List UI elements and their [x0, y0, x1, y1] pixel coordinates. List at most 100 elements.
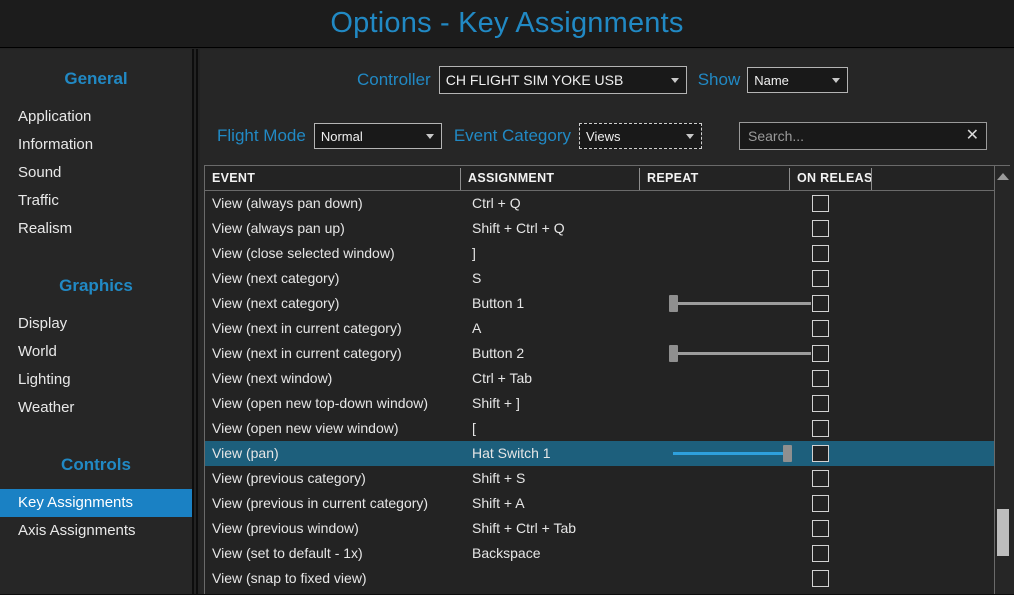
options-window: Options - Key Assignments GeneralApplica…	[0, 0, 1014, 595]
sidebar-item-display[interactable]: Display	[0, 310, 192, 338]
sidebar-item-application[interactable]: Application	[0, 103, 192, 131]
sidebar-item-label: Key Assignments	[18, 494, 133, 511]
event-category-dropdown[interactable]: Views	[579, 123, 702, 149]
on-release-checkbox[interactable]	[812, 420, 829, 437]
triangle-up-icon	[997, 173, 1009, 180]
sidebar-item-label: Weather	[18, 399, 74, 416]
on-release-checkbox[interactable]	[812, 270, 829, 287]
table-row[interactable]: View (set to default - 1x)Backspace	[205, 541, 994, 566]
sidebar-group-title-graphics: Graphics	[0, 276, 192, 296]
table-header-row: EVENT ASSIGNMENT REPEAT ON RELEAS	[205, 166, 1010, 191]
on-release-checkbox[interactable]	[812, 545, 829, 562]
cell-assignment: Hat Switch 1	[472, 441, 551, 466]
table-row[interactable]: View (pan)Hat Switch 1	[205, 441, 994, 466]
slider-thumb[interactable]	[783, 445, 792, 462]
on-release-checkbox[interactable]	[812, 295, 829, 312]
column-header-event[interactable]: EVENT	[205, 166, 460, 191]
controller-label: Controller	[357, 70, 431, 90]
slider-fill	[673, 452, 783, 455]
sidebar-item-label: Information	[18, 136, 93, 153]
on-release-checkbox[interactable]	[812, 345, 829, 362]
event-category-label: Event Category	[454, 126, 571, 146]
sidebar-item-sound[interactable]: Sound	[0, 159, 192, 187]
table-row[interactable]: View (next category)S	[205, 266, 994, 291]
on-release-checkbox[interactable]	[812, 220, 829, 237]
repeat-slider[interactable]	[667, 298, 811, 309]
table-row[interactable]: View (open new top-down window)Shift + ]	[205, 391, 994, 416]
slider-thumb[interactable]	[669, 295, 678, 312]
cell-assignment: Shift + ]	[472, 391, 520, 416]
column-divider-4[interactable]	[871, 168, 872, 190]
cell-assignment: Ctrl + Q	[472, 191, 521, 216]
sidebar-item-weather[interactable]: Weather	[0, 394, 192, 422]
search-input[interactable]: Search... ✕	[739, 122, 987, 150]
table-vertical-scrollbar[interactable]	[994, 166, 1010, 595]
sidebar-item-label: World	[18, 343, 57, 360]
controller-toolbar: Controller CH FLIGHT SIM YOKE USB Show N…	[200, 63, 1014, 97]
on-release-checkbox[interactable]	[812, 320, 829, 337]
on-release-checkbox[interactable]	[812, 445, 829, 462]
table-row[interactable]: View (previous category)Shift + S	[205, 466, 994, 491]
sidebar-item-axis-assignments[interactable]: Axis Assignments	[0, 517, 192, 545]
table-row[interactable]: View (next in current category)A	[205, 316, 994, 341]
flight-mode-dropdown-value: Normal	[321, 129, 363, 144]
table-row[interactable]: View (always pan up)Shift + Ctrl + Q	[205, 216, 994, 241]
sidebar-item-information[interactable]: Information	[0, 131, 192, 159]
cell-assignment: Shift + A	[472, 491, 525, 516]
table-row[interactable]: View (close selected window)]	[205, 241, 994, 266]
sidebar-item-lighting[interactable]: Lighting	[0, 366, 192, 394]
slider-thumb[interactable]	[669, 345, 678, 362]
on-release-checkbox[interactable]	[812, 395, 829, 412]
on-release-checkbox[interactable]	[812, 195, 829, 212]
table-row[interactable]: View (previous window) Shift + Ctrl + Tab	[205, 516, 994, 541]
cell-assignment: [	[472, 416, 476, 441]
sidebar-item-label: Traffic	[18, 192, 59, 209]
cell-assignment: Backspace	[472, 541, 540, 566]
column-header-assignment[interactable]: ASSIGNMENT	[461, 166, 639, 191]
sidebar-item-world[interactable]: World	[0, 338, 192, 366]
filters-toolbar: Flight Mode Normal Event Category Views …	[200, 119, 1014, 153]
table-row[interactable]: View (next in current category)Button 2	[205, 341, 994, 366]
chevron-down-icon	[426, 134, 434, 139]
table-row[interactable]: View (snap to fixed view)	[205, 566, 994, 591]
table-body: View (always pan down)Ctrl + QView (alwa…	[205, 191, 1010, 595]
cell-event: View (previous category)	[212, 466, 366, 491]
flight-mode-dropdown[interactable]: Normal	[314, 123, 442, 149]
search-placeholder: Search...	[748, 128, 804, 144]
table-row[interactable]: View (open new view window)[	[205, 416, 994, 441]
cell-assignment: Ctrl + Tab	[472, 366, 532, 391]
sidebar-item-realism[interactable]: Realism	[0, 215, 192, 243]
column-header-repeat[interactable]: REPEAT	[640, 166, 789, 191]
repeat-slider[interactable]	[667, 348, 811, 359]
on-release-checkbox[interactable]	[812, 370, 829, 387]
cell-event: View (previous window)	[212, 516, 359, 541]
sidebar-item-key-assignments[interactable]: Key Assignments	[0, 489, 192, 517]
repeat-slider[interactable]	[667, 448, 811, 459]
table-row[interactable]: View (previous in current category)Shift…	[205, 491, 994, 516]
cell-event: View (next category)	[212, 266, 339, 291]
sidebar: General Application Information Sound Traffi…	[0, 49, 192, 595]
on-release-checkbox[interactable]	[812, 495, 829, 512]
sidebar-group-title-controls: Controls	[0, 455, 192, 475]
cell-event: View (snap to fixed view)	[212, 566, 367, 591]
cell-assignment: Button 2	[472, 341, 524, 366]
scrollbar-thumb[interactable]	[997, 509, 1009, 556]
sidebar-item-label: Realism	[18, 220, 72, 237]
scroll-up-button[interactable]	[995, 169, 1010, 183]
cell-event: View (close selected window)	[212, 241, 395, 266]
cell-assignment: Shift + Ctrl + Tab	[472, 516, 576, 541]
on-release-checkbox[interactable]	[812, 245, 829, 262]
sidebar-item-traffic[interactable]: Traffic	[0, 187, 192, 215]
on-release-checkbox[interactable]	[812, 570, 829, 587]
close-x-icon[interactable]: ✕	[966, 128, 979, 144]
controller-dropdown[interactable]: CH FLIGHT SIM YOKE USB	[439, 66, 687, 94]
column-header-on-release[interactable]: ON RELEAS	[790, 166, 871, 191]
sidebar-group-title-general: General	[0, 69, 192, 89]
table-row[interactable]: View (always pan down)Ctrl + Q	[205, 191, 994, 216]
cell-assignment: Button 1	[472, 291, 524, 316]
on-release-checkbox[interactable]	[812, 520, 829, 537]
table-row[interactable]: View (next window)Ctrl + Tab	[205, 366, 994, 391]
on-release-checkbox[interactable]	[812, 470, 829, 487]
table-row[interactable]: View (next category)Button 1	[205, 291, 994, 316]
show-dropdown[interactable]: Name	[747, 67, 848, 93]
